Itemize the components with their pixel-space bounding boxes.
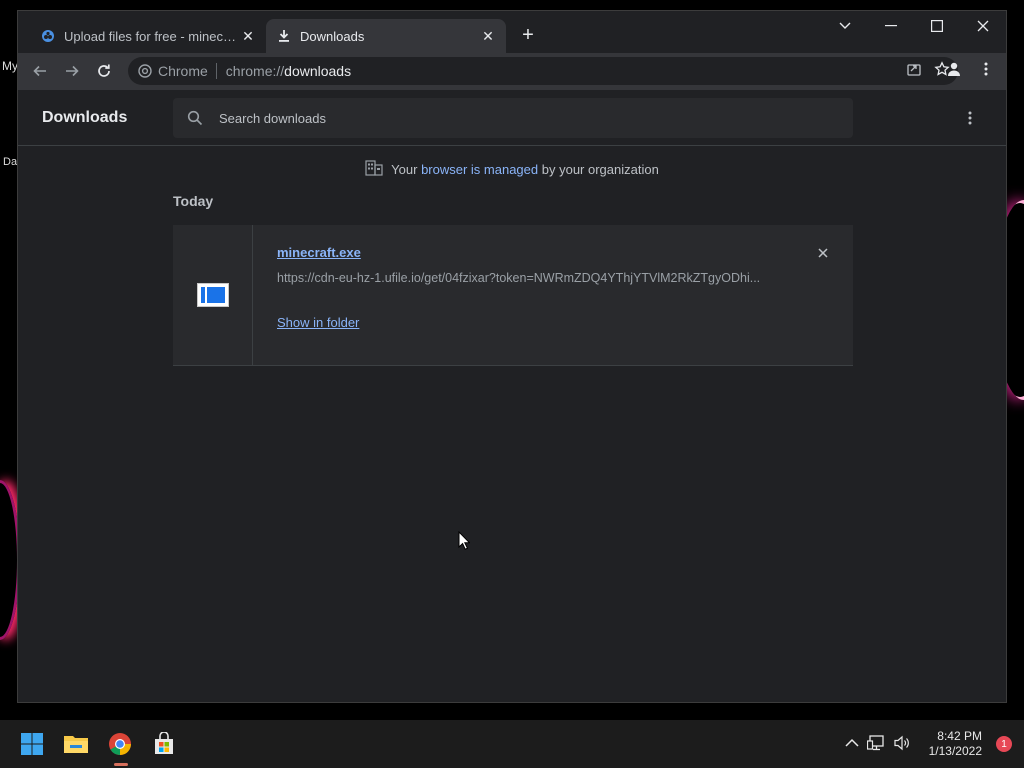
ufile-favicon-icon (40, 28, 56, 44)
new-tab-button[interactable]: + (518, 25, 538, 45)
managed-suffix: by your organization (541, 162, 659, 177)
exe-file-icon (196, 283, 229, 307)
taskbar: 8:42 PM 1/13/2022 1 (0, 720, 1024, 768)
desktop-icon-label-my[interactable]: My (2, 59, 18, 73)
managed-notice: Your browser is managed by your organiza… (18, 160, 1006, 179)
desktop-icon-label-da[interactable]: Da (3, 156, 17, 168)
back-arrow-icon[interactable] (28, 59, 52, 83)
taskbar-clock[interactable]: 8:42 PM 1/13/2022 (929, 729, 982, 759)
microsoft-store-icon[interactable] (148, 728, 180, 760)
downloads-more-icon[interactable] (962, 110, 978, 131)
tab-downloads[interactable]: Downloads ✕ (266, 19, 506, 53)
file-explorer-icon[interactable] (60, 728, 92, 760)
show-hidden-icons-chevron-icon[interactable] (845, 737, 859, 751)
chrome-taskbar-icon[interactable] (104, 728, 136, 760)
building-icon (365, 160, 383, 179)
search-placeholder: Search downloads (219, 110, 326, 126)
download-item: minecraft.exe https://cdn-eu-hz-1.ufile.… (173, 225, 853, 366)
tab-close-icon[interactable]: ✕ (480, 28, 496, 44)
volume-icon[interactable] (893, 735, 911, 754)
downloads-page: Downloads Search downloads Your browser … (18, 90, 1006, 702)
tab-strip: Upload files for free - minecraft.exe ✕ … (18, 11, 1006, 53)
page-title: Downloads (42, 109, 128, 126)
download-file-icon-container (173, 225, 253, 365)
show-in-folder-link[interactable]: Show in folder (277, 315, 359, 330)
managed-prefix: Your (391, 162, 418, 177)
date-heading: Today (173, 193, 214, 209)
clock-date: 1/13/2022 (928, 744, 982, 758)
notification-badge[interactable]: 1 (996, 736, 1012, 752)
tab-title: Upload files for free - minecraft.exe (64, 28, 240, 44)
search-downloads-input[interactable]: Search downloads (173, 98, 853, 138)
download-filename-link[interactable]: minecraft.exe (277, 245, 361, 260)
window-controls (822, 11, 1006, 41)
system-tray: 8:42 PM 1/13/2022 1 (845, 720, 1012, 768)
remove-download-icon[interactable] (813, 243, 833, 263)
site-info-chip[interactable]: Chrome (138, 63, 217, 79)
reload-icon[interactable] (92, 59, 116, 83)
downloads-header: Downloads Search downloads (18, 90, 1006, 146)
chrome-logo-icon (138, 64, 152, 78)
browser-toolbar: Chrome chrome://downloads (18, 53, 1006, 90)
download-source-url[interactable]: https://cdn-eu-hz-1.ufile.io/get/04fzixa… (277, 271, 777, 285)
tab-upload-files[interactable]: Upload files for free - minecraft.exe ✕ (30, 19, 266, 53)
site-chip-label: Chrome (158, 63, 208, 79)
omnibox-actions (906, 61, 950, 82)
share-icon[interactable] (906, 61, 922, 82)
profile-avatar-icon[interactable] (946, 61, 962, 82)
tab-title: Downloads (300, 28, 365, 44)
active-app-indicator (114, 763, 128, 766)
minimize-button[interactable] (868, 11, 914, 41)
mouse-pointer-icon (458, 530, 471, 555)
forward-arrow-icon[interactable] (60, 59, 84, 83)
browser-managed-link[interactable]: browser is managed (421, 162, 538, 177)
address-bar[interactable]: Chrome chrome://downloads (128, 57, 958, 85)
maximize-button[interactable] (914, 11, 960, 41)
windows-start-icon[interactable] (16, 728, 48, 760)
download-icon (276, 28, 292, 44)
tab-search-chevron-icon[interactable] (822, 11, 868, 41)
network-icon[interactable] (866, 734, 885, 754)
chrome-window: Upload files for free - minecraft.exe ✕ … (17, 10, 1007, 703)
tab-close-icon[interactable]: ✕ (240, 28, 256, 44)
chrome-menu-icon[interactable] (978, 61, 994, 82)
close-window-button[interactable] (960, 11, 1006, 41)
search-icon (185, 108, 205, 128)
url-text: chrome://downloads (225, 63, 352, 79)
clock-time: 8:42 PM (937, 729, 982, 743)
